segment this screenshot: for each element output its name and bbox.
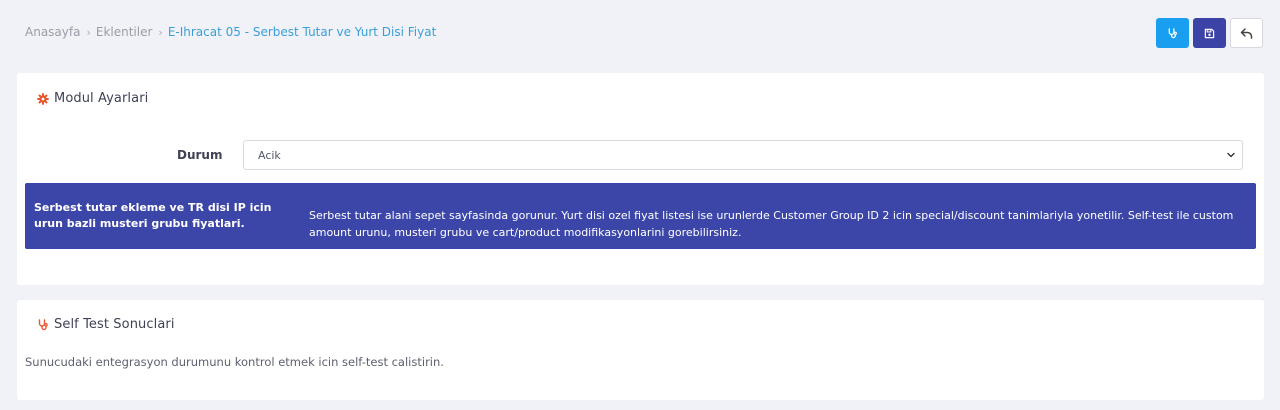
breadcrumb: Anasayfa › Eklentiler › E-Ihracat 05 - S… <box>25 25 436 39</box>
status-select[interactable]: Acik <box>243 140 1243 170</box>
modul-settings-card: Modul Ayarlari Durum Acik Serbest tutar … <box>17 73 1264 285</box>
save-button[interactable] <box>1193 18 1226 48</box>
info-banner-heading: Serbest tutar ekleme ve TR disi IP icin … <box>34 201 272 230</box>
top-bar: Anasayfa › Eklentiler › E-Ihracat 05 - S… <box>0 0 1280 64</box>
card-title: Self Test Sonuclari <box>37 317 175 332</box>
status-form-row: Durum Acik <box>17 140 1264 170</box>
reply-icon <box>1240 28 1253 39</box>
self-test-card: Self Test Sonuclari Sunucudaki entegrasy… <box>17 300 1264 400</box>
breadcrumb-item-extensions[interactable]: Eklentiler <box>96 25 153 39</box>
card-title-text: Self Test Sonuclari <box>54 317 175 332</box>
stethoscope-icon <box>1168 27 1177 38</box>
self-test-description: Sunucudaki entegrasyon durumunu kontrol … <box>25 355 444 369</box>
chevron-down-icon <box>1227 152 1235 158</box>
status-label: Durum <box>177 148 223 162</box>
back-button[interactable] <box>1230 18 1263 48</box>
breadcrumb-current: E-Ihracat 05 - Serbest Tutar ve Yurt Dis… <box>167 25 437 39</box>
info-banner: Serbest tutar ekleme ve TR disi IP icin … <box>25 183 1256 249</box>
breadcrumb-item-home[interactable]: Anasayfa <box>25 25 80 39</box>
toolbar-actions <box>1156 18 1263 48</box>
status-select-value: Acik <box>258 149 281 162</box>
card-title: Modul Ayarlari <box>37 91 148 106</box>
self-test-button[interactable] <box>1156 18 1189 48</box>
stethoscope-icon <box>38 318 48 330</box>
card-title-text: Modul Ayarlari <box>54 91 149 106</box>
breadcrumb-separator: › <box>158 25 163 39</box>
info-banner-text: Serbest tutar alani sepet sayfasinda gor… <box>309 209 1234 239</box>
breadcrumb-separator: › <box>86 25 91 39</box>
save-icon <box>1204 28 1215 38</box>
gear-icon <box>37 92 49 105</box>
